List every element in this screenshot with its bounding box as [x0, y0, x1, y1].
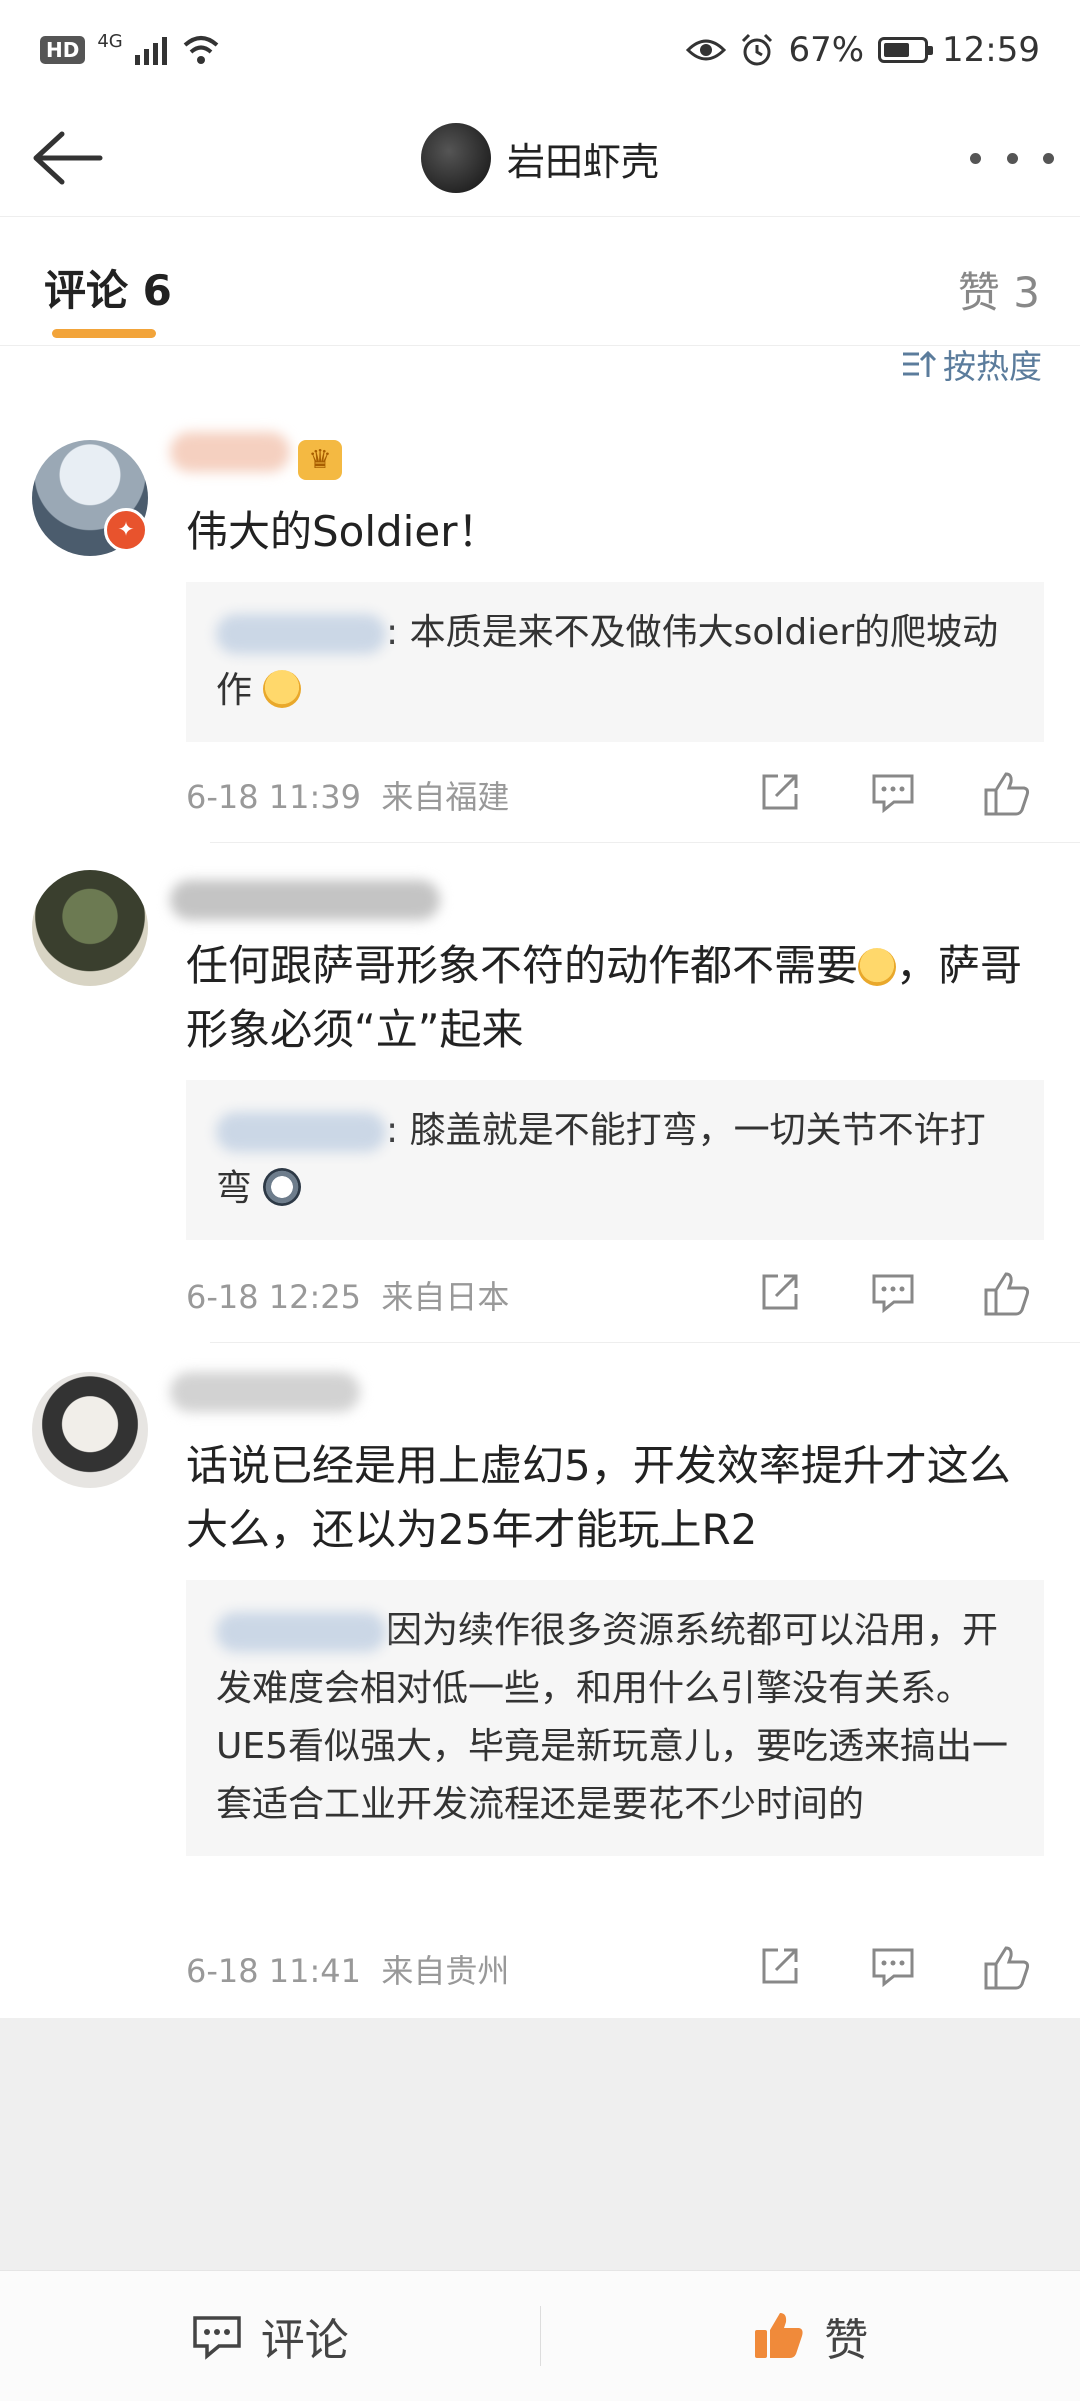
divider — [210, 842, 1080, 843]
comment-text: 任何跟萨哥形象不符的动作都不需要 — [186, 941, 858, 990]
status-bar: HD 4G 67% 12:59 — [0, 0, 1080, 100]
hd-badge: HD — [40, 36, 85, 64]
battery-cap — [928, 46, 933, 55]
comment-actions — [740, 1944, 1040, 1994]
comment-button-label: 评论 — [261, 2304, 349, 2368]
active-tab-indicator — [52, 329, 156, 338]
comment-reply[interactable]: : 本质是来不及做伟大soldier的爬坡动作 — [186, 582, 1044, 742]
tab-comments[interactable]: 评论 6 — [44, 257, 172, 318]
back-arrow-icon[interactable] — [28, 128, 104, 188]
share-icon[interactable] — [758, 1270, 802, 1314]
commenter-name-blurred[interactable] — [170, 1372, 360, 1412]
battery-percent: 67% — [788, 30, 864, 70]
comment-text: 伟大的Soldier！ — [186, 500, 1040, 564]
reply-author-blurred — [216, 1112, 386, 1152]
comment-time: 6-18 11:41 — [186, 1952, 361, 1990]
more-options-icon[interactable] — [970, 144, 1054, 172]
sort-by-hot[interactable]: 按热度 — [901, 340, 1042, 388]
like-icon[interactable] — [982, 770, 1032, 818]
share-icon[interactable] — [758, 1944, 802, 1988]
commenter-name-blurred[interactable] — [170, 880, 440, 920]
laughing-emoji-icon — [858, 948, 896, 986]
network-type-label: 4G — [97, 31, 122, 52]
comment-actions — [740, 1270, 1040, 1320]
comment-icon — [191, 2312, 243, 2360]
comment-reply[interactable]: : 膝盖就是不能打弯，一切关节不许打弯 — [186, 1080, 1044, 1240]
comment-location: 来自贵州 — [381, 1952, 509, 1990]
comment-reply[interactable]: 因为续作很多资源系统都可以沿用，开发难度会相对低一些，和用什么引擎没有关系。UE… — [186, 1580, 1044, 1856]
like-filled-icon — [752, 2310, 806, 2362]
verified-badge-icon: ✦ — [104, 508, 148, 552]
tab-bar: 评论 6 赞 3 — [0, 216, 1080, 346]
commenter-name-blurred[interactable] — [170, 432, 290, 472]
commenter-avatar[interactable] — [32, 870, 148, 986]
comment-location: 来自福建 — [381, 778, 509, 816]
battery-fill — [884, 43, 909, 57]
nav-title: 岩田虾壳 — [507, 131, 659, 186]
like-button[interactable]: 赞 — [541, 2271, 1080, 2401]
like-icon[interactable] — [982, 1270, 1032, 1318]
divider — [210, 1342, 1080, 1343]
clock: 12:59 — [942, 30, 1040, 70]
crown-icon: ♛ — [298, 440, 342, 480]
nav-bar: 岩田虾壳 — [0, 100, 1080, 216]
reply-icon[interactable] — [870, 770, 916, 814]
eye-icon — [686, 36, 726, 64]
status-left: HD 4G — [40, 35, 219, 65]
signal-icon — [135, 35, 171, 65]
comment-text-block: 任何跟萨哥形象不符的动作都不需要，萨哥形象必须“立”起来 — [186, 934, 1040, 1062]
alarm-icon — [740, 33, 774, 67]
husky-emoji-icon — [263, 1168, 301, 1206]
comment-time: 6-18 12:25 — [186, 1278, 361, 1316]
commenter-avatar[interactable] — [32, 1372, 148, 1488]
reply-author-blurred — [216, 614, 386, 654]
comment-meta: 6-18 11:41 来自贵州 — [186, 1946, 509, 1992]
comment-meta: 6-18 11:39 来自福建 — [186, 772, 509, 818]
comment-button[interactable]: 评论 — [0, 2271, 540, 2401]
battery-icon — [878, 37, 928, 63]
comment-location: 来自日本 — [381, 1278, 509, 1316]
like-button-label: 赞 — [824, 2304, 868, 2368]
bottom-action-bar: 评论 赞 — [0, 2270, 1080, 2401]
like-icon[interactable] — [982, 1944, 1032, 1992]
sort-label: 按热度 — [943, 340, 1042, 388]
comment-text: 话说已经是用上虚幻5，开发效率提升才这么大么，还以为25年才能玩上R2 — [186, 1434, 1040, 1562]
wifi-icon — [183, 35, 219, 65]
comment-time: 6-18 11:39 — [186, 778, 361, 816]
tab-likes[interactable]: 赞 3 — [958, 259, 1040, 320]
reply-icon[interactable] — [870, 1944, 916, 1988]
sort-icon — [901, 349, 937, 379]
reply-author-blurred — [216, 1612, 386, 1652]
reply-icon[interactable] — [870, 1270, 916, 1314]
user-avatar[interactable] — [421, 123, 491, 193]
laughing-emoji-icon — [263, 670, 301, 708]
share-icon[interactable] — [758, 770, 802, 814]
comment-actions — [740, 770, 1040, 820]
empty-area — [0, 2018, 1080, 2270]
status-right: 67% 12:59 — [686, 30, 1040, 70]
comment-meta: 6-18 12:25 来自日本 — [186, 1272, 509, 1318]
nav-user[interactable]: 岩田虾壳 — [421, 123, 659, 193]
